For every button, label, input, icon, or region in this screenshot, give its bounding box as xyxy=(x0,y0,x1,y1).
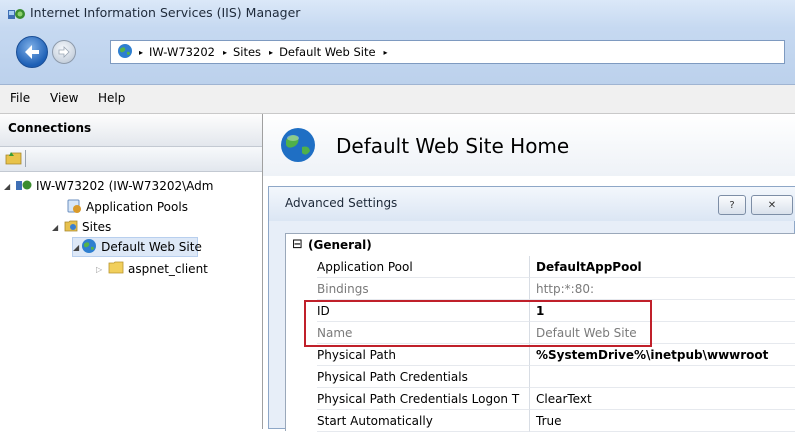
page-title: Default Web Site Home xyxy=(336,134,570,158)
property-value[interactable]: %SystemDrive%\inetpub\wwwroot xyxy=(530,344,795,366)
connect-icon[interactable] xyxy=(5,150,23,169)
row-gutter xyxy=(286,344,317,366)
collapse-arrow-icon[interactable]: ◢ xyxy=(73,243,79,252)
breadcrumb-server[interactable]: IW-W73202 xyxy=(149,45,215,59)
breadcrumb-separator: ▸ xyxy=(139,47,144,57)
row-gutter xyxy=(286,388,317,410)
server-icon xyxy=(16,179,32,194)
tree-label-aspnet-client: aspnet_client xyxy=(128,262,208,276)
menu-file[interactable]: File xyxy=(10,91,30,105)
breadcrumb-separator[interactable]: ▸ xyxy=(384,48,388,57)
property-row[interactable]: Bindings http:*:80: xyxy=(286,278,795,300)
connections-title: Connections xyxy=(8,121,92,135)
dialog-title: Advanced Settings xyxy=(285,196,398,210)
connections-header: Connections xyxy=(0,114,262,147)
tree-item-server[interactable]: ◢ IW-W73202 (IW-W73202\Adm xyxy=(4,176,213,196)
arrow-right-icon xyxy=(58,46,70,58)
property-row[interactable]: Physical Path Credentials xyxy=(286,366,795,388)
breadcrumb-separator: ▸ xyxy=(222,47,227,57)
property-name: Bindings xyxy=(317,278,530,300)
advanced-settings-dialog: Advanced Settings ? ✕ ⊟ (General) Applic… xyxy=(268,186,795,432)
tree-label-server: IW-W73202 (IW-W73202\Adm xyxy=(36,179,214,193)
property-name: Physical Path Credentials xyxy=(317,366,530,388)
property-row[interactable]: Name Default Web Site xyxy=(286,322,795,344)
row-gutter xyxy=(286,256,317,278)
property-value[interactable]: 1 xyxy=(530,300,795,322)
property-value[interactable]: DefaultAppPool xyxy=(530,256,795,278)
section-general[interactable]: ⊟ (General) xyxy=(286,234,795,256)
arrow-left-icon xyxy=(25,45,39,59)
globe-icon xyxy=(81,238,97,257)
row-gutter xyxy=(286,322,317,344)
property-value[interactable] xyxy=(530,366,795,388)
connections-panel: Connections ◢ IW-W73202 (IW-W73202\Adm A… xyxy=(0,114,263,429)
back-button[interactable] xyxy=(16,36,48,68)
tree-label-default-web-site: Default Web Site xyxy=(101,240,202,254)
navigation-bar: ▸ IW-W73202 ▸ Sites ▸ Default Web Site ▸ xyxy=(0,28,795,85)
row-gutter xyxy=(286,278,317,300)
property-name: Application Pool xyxy=(317,256,530,278)
property-name: Physical Path Credentials Logon T xyxy=(317,388,530,410)
row-gutter xyxy=(286,366,317,388)
property-name: Physical Path xyxy=(317,344,530,366)
tree-item-application-pools[interactable]: Application Pools xyxy=(66,197,188,217)
breadcrumb-default-web-site[interactable]: Default Web Site xyxy=(279,45,375,59)
property-row[interactable]: Physical Path Credentials Logon T ClearT… xyxy=(286,388,795,410)
sites-folder-icon xyxy=(64,219,78,236)
property-row[interactable]: ID 1 xyxy=(286,300,795,322)
property-value[interactable]: http:*:80: xyxy=(530,278,795,300)
property-value[interactable]: Default Web Site xyxy=(530,322,795,344)
iis-manager-icon xyxy=(8,7,26,24)
section-collapse-icon[interactable]: ⊟ xyxy=(292,237,303,252)
forward-button[interactable] xyxy=(52,40,76,64)
close-button[interactable]: ✕ xyxy=(751,195,793,215)
property-name: ID xyxy=(317,300,530,322)
connections-toolbar xyxy=(0,147,262,172)
application-pools-icon xyxy=(66,198,82,217)
title-bar: Internet Information Services (IIS) Mana… xyxy=(0,0,795,28)
dialog-title-bar: Advanced Settings ? ✕ xyxy=(269,187,795,221)
globe-icon xyxy=(279,126,317,167)
breadcrumb-sites[interactable]: Sites xyxy=(233,45,261,59)
property-name: Name xyxy=(317,322,530,344)
globe-icon xyxy=(117,43,133,62)
tree-item-sites[interactable]: ◢ Sites xyxy=(52,217,111,237)
window-title: Internet Information Services (IIS) Mana… xyxy=(30,5,301,20)
tree-item-default-web-site[interactable]: ◢ Default Web Site xyxy=(72,237,202,257)
collapse-arrow-icon[interactable]: ◢ xyxy=(4,182,14,191)
expand-arrow-icon[interactable]: ▷ xyxy=(96,265,106,274)
property-value[interactable]: ClearText xyxy=(530,388,795,410)
menu-help[interactable]: Help xyxy=(98,91,125,105)
toolbar-divider xyxy=(25,150,26,167)
menu-view[interactable]: View xyxy=(50,91,78,105)
tree-label-sites: Sites xyxy=(82,220,112,234)
section-title: (General) xyxy=(308,238,372,252)
property-grid: ⊟ (General) Application Pool DefaultAppP… xyxy=(285,233,795,432)
menu-bar: File View Help xyxy=(0,85,795,114)
folder-icon xyxy=(108,261,124,277)
help-button[interactable]: ? xyxy=(718,195,746,215)
tree-label-application-pools: Application Pools xyxy=(86,200,188,214)
collapse-arrow-icon[interactable]: ◢ xyxy=(52,223,62,232)
property-row[interactable]: Physical Path %SystemDrive%\inetpub\wwwr… xyxy=(286,344,795,366)
address-bar[interactable]: ▸ IW-W73202 ▸ Sites ▸ Default Web Site ▸ xyxy=(110,40,785,64)
breadcrumb-separator: ▸ xyxy=(269,47,274,57)
home-header: Default Web Site Home xyxy=(263,114,795,176)
tree-item-aspnet-client[interactable]: ▷ aspnet_client xyxy=(96,259,208,279)
row-gutter xyxy=(286,300,317,322)
property-row[interactable]: Application Pool DefaultAppPool xyxy=(286,256,795,278)
